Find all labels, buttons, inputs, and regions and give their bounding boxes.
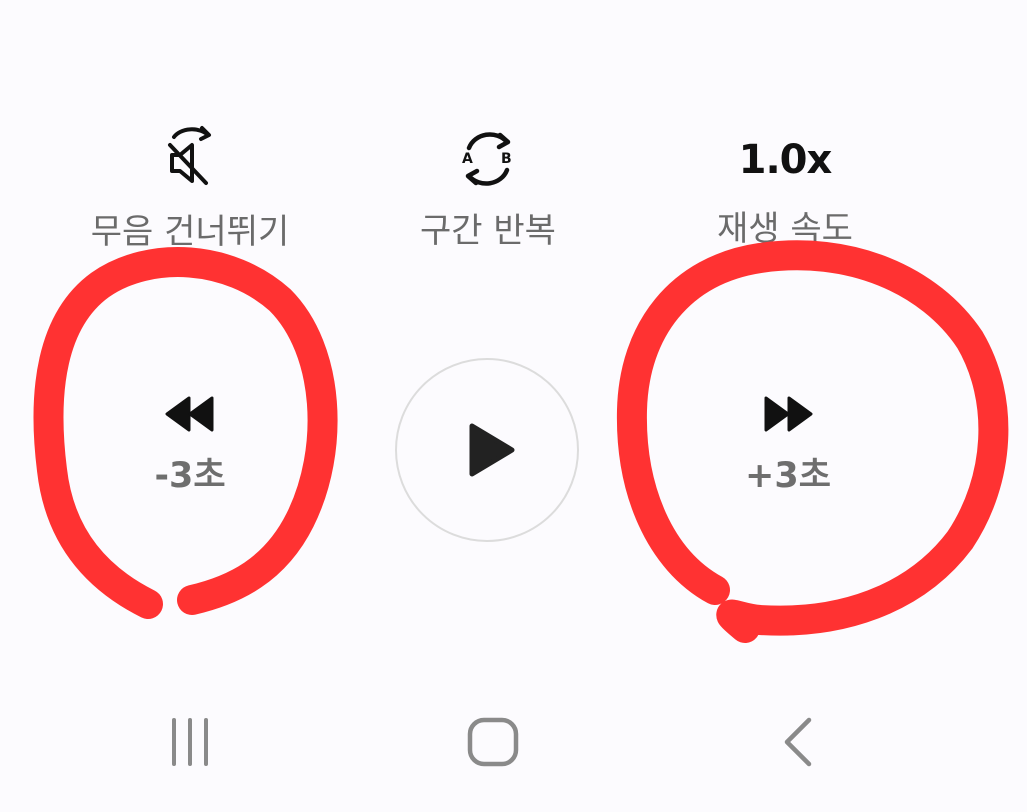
- skip-silence-button[interactable]: 무음 건너뛰기: [80, 125, 300, 249]
- home-icon: [467, 717, 519, 767]
- nav-home-button[interactable]: [462, 712, 524, 772]
- playback-speed-button[interactable]: 1.0x 재생 속도: [700, 140, 870, 246]
- mute-skip-icon: [162, 125, 218, 187]
- play-button[interactable]: [395, 358, 579, 542]
- nav-back-button[interactable]: [770, 712, 826, 772]
- play-icon: [458, 422, 516, 478]
- fast-forward-icon: [762, 395, 814, 433]
- back-icon: [781, 716, 815, 768]
- playback-speed-value: 1.0x: [738, 137, 833, 183]
- skip-silence-label: 무음 건너뛰기: [90, 212, 290, 252]
- ab-repeat-label: 구간 반복: [420, 211, 556, 251]
- ab-repeat-button[interactable]: A B 구간 반복: [400, 128, 576, 248]
- forward-3s-button[interactable]: +3초: [718, 395, 858, 494]
- rewind-icon: [164, 395, 216, 433]
- ab-repeat-b-letter: B: [501, 151, 512, 167]
- playback-speed-label: 재생 속도: [717, 209, 853, 249]
- recent-apps-icon: [166, 717, 214, 767]
- ab-repeat-a-letter: A: [462, 151, 473, 167]
- nav-recent-apps-button[interactable]: [160, 712, 220, 772]
- rewind-3s-button[interactable]: -3초: [120, 395, 260, 494]
- rewind-label: -3초: [154, 456, 226, 496]
- forward-label: +3초: [745, 456, 831, 496]
- ab-repeat-icon: A B: [455, 128, 521, 188]
